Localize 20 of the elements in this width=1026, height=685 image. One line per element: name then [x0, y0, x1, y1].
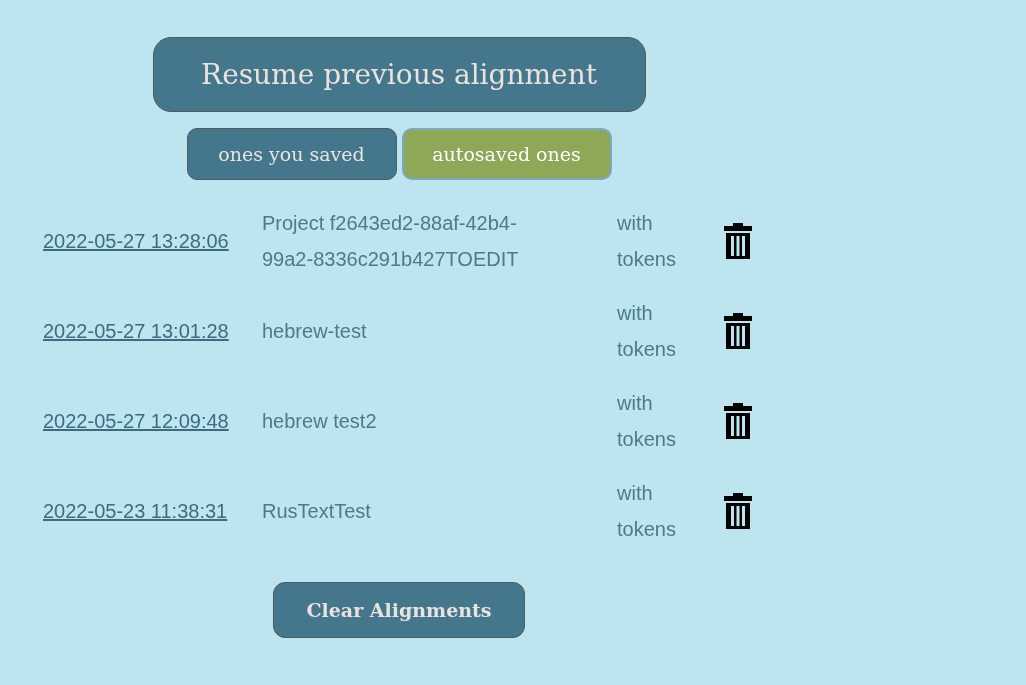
alignment-date-link[interactable]: 2022-05-27 13:01:28: [43, 320, 229, 342]
alignment-name: Project f2643ed2-88af-42b4-99a2-8336c291b427TOEDIT: [262, 211, 520, 272]
alignment-name: RusTextTest: [262, 499, 372, 524]
tab[interactable]: autosaved ones: [401, 128, 612, 180]
alignment-mode: with tokens: [617, 481, 677, 542]
resume-alignment-button[interactable]: Resume previous alignment: [152, 37, 646, 112]
alignment-name: hebrew-test: [262, 319, 368, 344]
alignment-mode: with tokens: [617, 301, 677, 362]
alignment-mode: with tokens: [617, 391, 677, 452]
alignment-date-link[interactable]: 2022-05-27 13:28:06: [43, 230, 229, 252]
trash-icon[interactable]: [724, 493, 752, 529]
tab[interactable]: ones you saved: [186, 128, 397, 180]
alignment-date-link[interactable]: 2022-05-23 11:38:31: [43, 500, 228, 522]
trash-icon[interactable]: [724, 403, 752, 439]
clear-alignments-button[interactable]: Clear Alignments: [273, 582, 525, 638]
trash-icon[interactable]: [724, 223, 752, 259]
alignment-mode: with tokens: [617, 211, 677, 272]
trash-icon[interactable]: [724, 313, 752, 349]
alignment-date-link[interactable]: 2022-05-27 12:09:48: [43, 410, 229, 432]
alignment-name: hebrew test2: [262, 409, 378, 434]
